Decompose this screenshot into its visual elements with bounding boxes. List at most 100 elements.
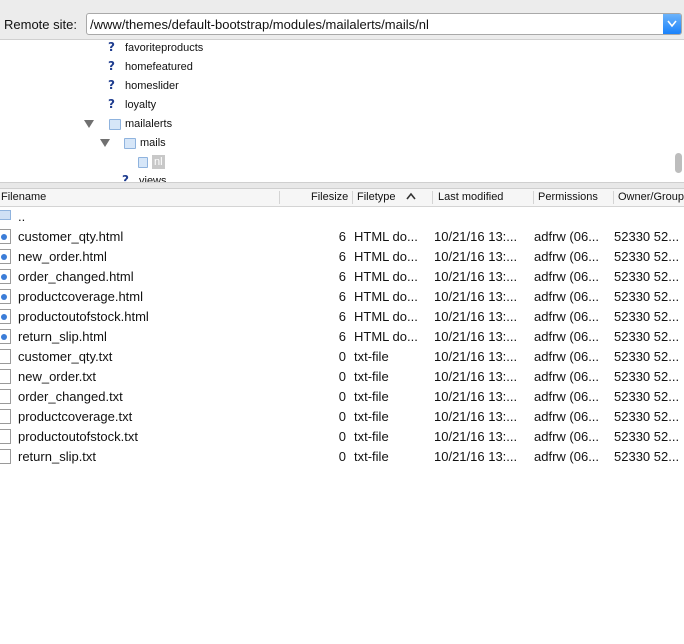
tree-item-label: mails [140,137,166,149]
remote-site-label: Remote site: [4,17,77,32]
file-name: productoutofstock.html [18,309,149,324]
disclosure-triangle-icon[interactable] [84,120,94,128]
file-modified: 10/21/16 13:... [434,409,518,424]
file-owner: 52330 52... [614,229,680,244]
file-owner: 52330 52... [614,349,680,364]
column-header-filetype[interactable]: Filetype [357,191,396,203]
file-row[interactable]: new_order.txt 0 txt-file 10/21/16 13:...… [0,367,684,387]
tree-item-label: mailalerts [125,118,173,130]
file-size: 0 [338,389,346,404]
file-name: customer_qty.html [18,229,124,244]
file-size: 0 [338,369,346,384]
tree-item-label: loyalty [125,99,157,111]
file-size: 0 [338,449,346,464]
tree-item-mailalerts[interactable]: mailalerts [84,116,204,134]
file-modified: 10/21/16 13:... [434,249,518,264]
column-divider[interactable] [432,191,433,204]
file-owner: 52330 52... [614,409,680,424]
file-permissions: adfrw (06... [534,249,600,264]
file-permissions: adfrw (06... [534,349,600,364]
tree-scrollbar-thumb[interactable] [675,153,682,173]
file-row-parent[interactable]: .. [0,207,684,227]
pane-splitter[interactable] [0,182,684,189]
file-size: 6 [338,309,346,324]
column-header-filesize[interactable]: Filesize [311,191,348,203]
file-owner: 52330 52... [614,289,680,304]
file-row[interactable]: order_changed.html 6 HTML do... 10/21/16… [0,267,684,287]
column-header-permissions[interactable]: Permissions [538,191,598,203]
file-type: txt-file [354,449,389,464]
file-permissions: adfrw (06... [534,429,600,444]
file-permissions: adfrw (06... [534,369,600,384]
file-size: 6 [338,229,346,244]
column-divider[interactable] [533,191,534,204]
file-type: txt-file [354,429,389,444]
file-list-header: Filename Filesize Filetype Last modified… [0,189,684,207]
text-file-icon [0,369,11,384]
column-divider[interactable] [613,191,614,204]
file-permissions: adfrw (06... [534,229,600,244]
text-file-icon [0,449,11,464]
question-icon: ? [108,78,115,92]
file-owner: 52330 52... [614,429,680,444]
file-row[interactable]: productcoverage.html 6 HTML do... 10/21/… [0,287,684,307]
file-modified: 10/21/16 13:... [434,229,518,244]
file-modified: 10/21/16 13:... [434,369,518,384]
tree-item-mails[interactable]: mails [100,135,200,153]
remote-path-combobox[interactable]: /www/themes/default-bootstrap/modules/ma… [86,13,682,35]
file-owner: 52330 52... [614,369,680,384]
file-name: .. [18,209,26,224]
text-file-icon [0,409,11,424]
file-row[interactable]: return_slip.html 6 HTML do... 10/21/16 1… [0,327,684,347]
column-divider[interactable] [352,191,353,204]
column-divider[interactable] [279,191,280,204]
disclosure-triangle-icon[interactable] [100,139,110,147]
tree-item-label: views [139,175,167,182]
column-header-filename[interactable]: Filename [1,191,46,203]
file-type: HTML do... [354,229,418,244]
question-icon: ? [108,40,115,54]
question-icon: ? [122,173,129,183]
file-size: 0 [338,429,346,444]
file-type: HTML do... [354,329,418,344]
file-row[interactable]: new_order.html 6 HTML do... 10/21/16 13:… [0,247,684,267]
file-modified: 10/21/16 13:... [434,289,518,304]
html-file-icon [0,329,11,344]
folder-icon [0,210,11,220]
question-icon: ? [108,97,115,111]
file-row[interactable]: productoutofstock.txt 0 txt-file 10/21/1… [0,427,684,447]
file-modified: 10/21/16 13:... [434,309,518,324]
file-size: 0 [338,409,346,424]
html-file-icon [0,229,11,244]
file-modified: 10/21/16 13:... [434,449,518,464]
file-row[interactable]: return_slip.txt 0 txt-file 10/21/16 13:.… [0,447,684,467]
file-owner: 52330 52... [614,329,680,344]
file-row[interactable]: productcoverage.txt 0 txt-file 10/21/16 … [0,407,684,427]
text-file-icon [0,349,11,364]
tree-item-nl[interactable]: nl [138,154,178,172]
file-type: txt-file [354,369,389,384]
column-header-modified[interactable]: Last modified [438,191,503,203]
chevron-down-icon [667,20,677,28]
file-owner: 52330 52... [614,389,680,404]
tree-item-label: homeslider [125,80,179,92]
file-owner: 52330 52... [614,249,680,264]
file-size: 6 [338,329,346,344]
file-modified: 10/21/16 13:... [434,349,518,364]
remote-path-input[interactable]: /www/themes/default-bootstrap/modules/ma… [90,17,429,32]
folder-icon [124,138,136,149]
remote-site-bar: Remote site: /www/themes/default-bootstr… [0,0,684,40]
remote-directory-tree[interactable]: ? favoriteproducts ? homefeatured ? home… [0,40,684,182]
column-header-owner[interactable]: Owner/Group [618,191,684,203]
file-permissions: adfrw (06... [534,329,600,344]
file-row[interactable]: customer_qty.txt 0 txt-file 10/21/16 13:… [0,347,684,367]
combo-dropdown-button[interactable] [663,14,681,34]
file-row[interactable]: productoutofstock.html 6 HTML do... 10/2… [0,307,684,327]
file-modified: 10/21/16 13:... [434,389,518,404]
file-owner: 52330 52... [614,269,680,284]
file-name: order_changed.txt [18,389,123,404]
file-row[interactable]: order_changed.txt 0 txt-file 10/21/16 13… [0,387,684,407]
file-row[interactable]: customer_qty.html 6 HTML do... 10/21/16 … [0,227,684,247]
file-modified: 10/21/16 13:... [434,269,518,284]
file-owner: 52330 52... [614,449,680,464]
